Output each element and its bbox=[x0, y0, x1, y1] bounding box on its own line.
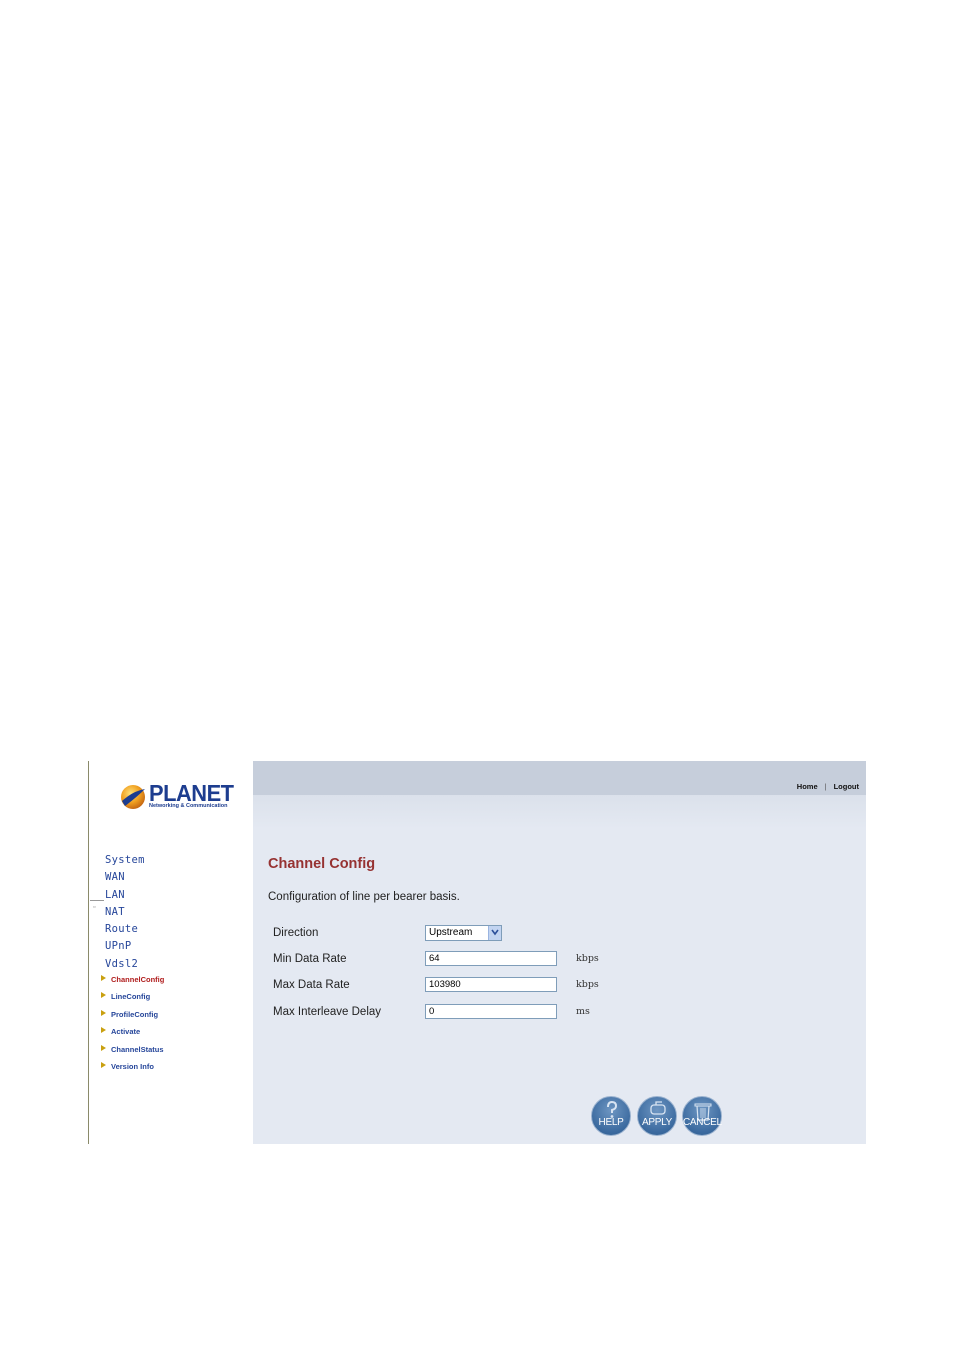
dropdown-arrow[interactable] bbox=[488, 926, 501, 940]
max-rate-label: Max Data Rate bbox=[273, 979, 350, 991]
page-title: Channel Config bbox=[268, 856, 376, 872]
link-separator: | bbox=[824, 782, 827, 791]
nav-item-vdsl2[interactable]: Vdsl2 bbox=[105, 956, 145, 973]
globe-icon bbox=[121, 785, 145, 809]
collapse-icon[interactable]: ▫ bbox=[93, 904, 95, 911]
chevron-down-icon bbox=[491, 929, 499, 936]
nav-item-route[interactable]: Route bbox=[105, 921, 145, 938]
help-label: HELP bbox=[598, 1117, 624, 1128]
top-links: Home | Logout bbox=[797, 782, 859, 791]
arrow-right-icon bbox=[101, 1009, 106, 1016]
content-area: Home | Logout Channel Config Configuration… bbox=[253, 761, 866, 1144]
arrow-right-icon bbox=[101, 975, 106, 981]
divider bbox=[90, 900, 104, 901]
max-rate-unit: kbps bbox=[576, 979, 599, 990]
nav-item-upnp[interactable]: UPnP bbox=[105, 938, 145, 955]
subnav-item-lineconfig[interactable]: LineConfig bbox=[101, 990, 164, 1007]
min-rate-input[interactable]: 64 bbox=[425, 951, 557, 966]
direction-select[interactable]: Upstream bbox=[425, 925, 502, 941]
sidebar: PLANET Networking & Communication ▫ Syst… bbox=[88, 761, 253, 1144]
subnav-item-versioninfo[interactable]: Version Info bbox=[101, 1060, 164, 1077]
nav-item-wan[interactable]: WAN bbox=[105, 869, 145, 886]
nav-item-nat[interactable]: NAT bbox=[105, 904, 145, 921]
brand-tagline: Networking & Communication bbox=[149, 803, 228, 809]
min-rate-label: Min Data Rate bbox=[273, 953, 347, 965]
subnav-item-channelconfig[interactable]: ChannelConfig bbox=[101, 973, 164, 990]
router-config-screenshot: PLANET Networking & Communication ▫ Syst… bbox=[88, 761, 866, 1144]
help-button[interactable]: HELP bbox=[591, 1096, 631, 1136]
apply-button[interactable]: APPLY bbox=[637, 1096, 677, 1136]
apply-label: APPLY bbox=[642, 1117, 672, 1128]
arrow-right-icon bbox=[101, 1061, 106, 1068]
top-bar: Home | Logout bbox=[253, 761, 866, 795]
subnav-item-channelstatus[interactable]: ChannelStatus bbox=[101, 1043, 164, 1060]
cancel-button[interactable]: CANCEL bbox=[682, 1096, 722, 1136]
subnav-item-profileconfig[interactable]: ProfileConfig bbox=[101, 1008, 164, 1025]
arrow-right-icon bbox=[101, 1027, 106, 1034]
arrow-right-icon bbox=[101, 1044, 106, 1051]
max-delay-input[interactable]: 0 bbox=[425, 1004, 557, 1019]
min-rate-unit: kbps bbox=[576, 953, 599, 964]
logout-link[interactable]: Logout bbox=[834, 782, 859, 791]
max-rate-input[interactable]: 103980 bbox=[425, 977, 557, 992]
page-description: Configuration of line per bearer basis. bbox=[268, 891, 460, 903]
main-nav: System WAN LAN NAT Route UPnP Vdsl2 bbox=[105, 852, 145, 973]
direction-label: Direction bbox=[273, 927, 319, 939]
max-delay-label: Max Interleave Delay bbox=[273, 1006, 382, 1018]
cancel-label: CANCEL bbox=[683, 1117, 722, 1128]
nav-item-lan[interactable]: LAN bbox=[105, 887, 145, 904]
subnav-item-activate[interactable]: Activate bbox=[101, 1025, 164, 1042]
vdsl2-subnav: ChannelConfig LineConfig ProfileConfig A… bbox=[101, 973, 164, 1077]
arrow-right-icon bbox=[101, 992, 106, 999]
home-link[interactable]: Home bbox=[797, 782, 818, 791]
brand-name: PLANET bbox=[149, 780, 234, 806]
max-delay-unit: ms bbox=[576, 1006, 590, 1017]
direction-value: Upstream bbox=[429, 927, 473, 938]
planet-logo[interactable]: PLANET Networking & Communication bbox=[119, 781, 234, 813]
header-gradient bbox=[253, 795, 866, 829]
nav-item-system[interactable]: System bbox=[105, 852, 145, 869]
